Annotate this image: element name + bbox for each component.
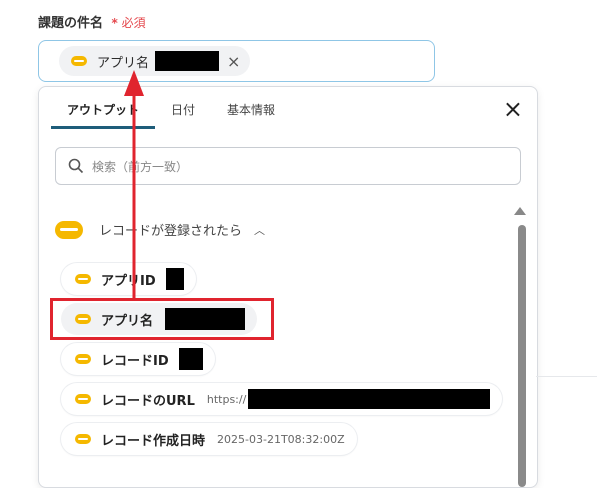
annotation-arrow — [124, 70, 144, 298]
